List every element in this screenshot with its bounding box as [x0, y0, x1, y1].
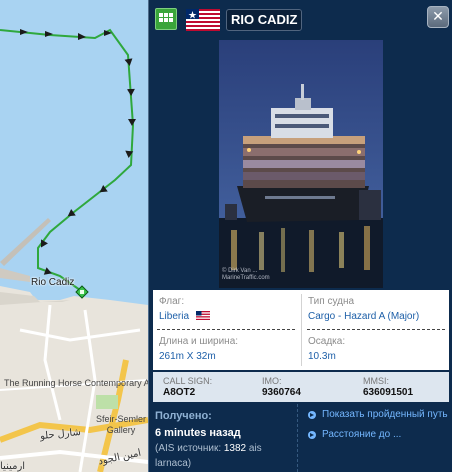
arrow-right-circle-icon: [308, 431, 316, 439]
ais-source-id: 1382: [223, 443, 247, 454]
details-divider-vertical: [301, 294, 302, 366]
received-info: Получено: 6 minutes назад (AIS источник:…: [155, 409, 295, 471]
size-label: Длина и ширина:: [159, 336, 239, 347]
draught-cell: Осадка: 10.3m: [302, 330, 450, 370]
show-track-link-label: Показать пройденный путь: [322, 409, 448, 420]
map-view[interactable]: Rio Cadiz The Running Horse Contemporary…: [0, 0, 148, 472]
distance-link-label: Расстояние до ...: [322, 429, 402, 440]
type-label: Тип судна: [308, 296, 355, 307]
imo-value: 9360764: [262, 387, 301, 398]
vessel-info-panel: RIO CADIZ ✕ © Dirk Van ... MarineTraffic…: [148, 0, 452, 472]
panel-header: RIO CADIZ ✕: [149, 0, 452, 40]
map-ship-label[interactable]: Rio Cadiz: [31, 277, 74, 288]
arrow-right-circle-icon: [308, 411, 316, 419]
vessel-identifiers: CALL SIGN: A8OT2 IMO: 9360764 MMSI: 6360…: [153, 372, 449, 402]
flag-value: Liberia: [159, 311, 190, 322]
size-value: 261m X 32m: [159, 351, 216, 362]
map-street-label-3: ارمينيا: [0, 461, 26, 472]
grid-icon[interactable]: [155, 8, 177, 30]
flag-cell: Флаг: Liberia: [153, 290, 301, 330]
received-label: Получено:: [155, 410, 212, 422]
callsign-label: CALL SIGN:: [163, 376, 213, 386]
vessel-photo[interactable]: © Dirk Van ... MarineTraffic.com: [219, 40, 383, 288]
flag-label: Флаг:: [159, 296, 185, 307]
map-poi-label: The Running Horse Contemporary Art Space: [4, 378, 148, 388]
received-time: 6 minutes назад: [155, 427, 241, 439]
callsign-cell: CALL SIGN: A8OT2: [163, 376, 212, 399]
distance-link[interactable]: Расстояние до ...: [308, 428, 452, 442]
vessel-details-table: Флаг: Liberia Тип судна Cargo - Hazard A…: [153, 290, 449, 370]
details-divider-right: [307, 329, 445, 330]
vessel-photo-image: [219, 40, 383, 288]
imo-label: IMO:: [262, 376, 282, 386]
draught-label: Осадка:: [308, 336, 346, 347]
panel-links: Показать пройденный путь Расстояние до .…: [297, 404, 452, 472]
map-gallery-label: Sfeir-Semler Gallery: [96, 414, 147, 435]
photo-credit-text: © Dirk Van ... MarineTraffic.com: [222, 268, 270, 281]
flag-value-row: Liberia: [159, 310, 295, 324]
liberia-flag-icon: [195, 311, 210, 320]
size-cell: Длина и ширина: 261m X 32m: [153, 330, 301, 370]
mmsi-label: MMSI:: [363, 376, 389, 386]
draught-value: 10.3m: [308, 351, 336, 362]
callsign-value: A8OT2: [163, 387, 196, 398]
type-value: Cargo - Hazard A (Major): [308, 311, 420, 322]
vessel-name: RIO CADIZ: [226, 9, 303, 31]
details-divider-left: [157, 329, 295, 330]
ais-source: (AIS источник: 1382 ais larnaca): [155, 441, 295, 471]
close-icon[interactable]: ✕: [427, 6, 449, 28]
mmsi-cell: MMSI: 636091501: [363, 376, 413, 399]
imo-cell: IMO: 9360764: [262, 376, 301, 399]
mmsi-value: 636091501: [363, 387, 414, 398]
ais-source-prefix: (AIS источник:: [155, 443, 224, 454]
photo-credit: © Dirk Van ... MarineTraffic.com: [222, 268, 270, 282]
map-canvas: [0, 0, 148, 472]
show-track-link[interactable]: Показать пройденный путь: [308, 408, 452, 422]
type-cell: Тип судна Cargo - Hazard A (Major): [302, 290, 450, 330]
liberia-flag-icon: [186, 9, 220, 31]
